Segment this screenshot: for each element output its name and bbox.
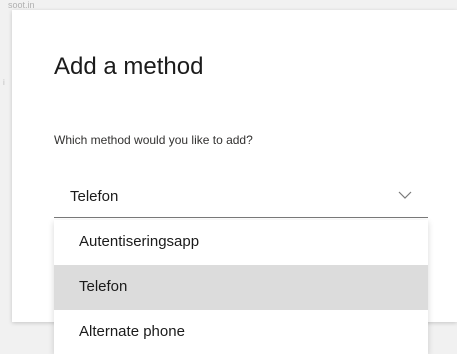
option-alternate-phone[interactable]: Alternate phone — [54, 310, 428, 354]
method-select[interactable]: Telefon — [54, 178, 428, 218]
background-side-mark: i — [3, 78, 5, 87]
dialog-title: Add a method — [54, 53, 204, 80]
chevron-down-icon[interactable] — [398, 190, 412, 200]
option-autentiseringsapp[interactable]: Autentiseringsapp — [54, 220, 428, 265]
method-select-value: Telefon — [70, 188, 119, 205]
option-label: Autentiseringsapp — [79, 233, 200, 250]
method-options-list: Autentiseringsapp Telefon Alternate phon… — [54, 220, 428, 354]
method-prompt: Which method would you like to add? — [54, 133, 253, 147]
option-label: Telefon — [79, 278, 128, 295]
option-telefon[interactable]: Telefon — [54, 265, 428, 310]
option-label: Alternate phone — [79, 323, 185, 340]
background-page-text: soot.in — [8, 0, 35, 10]
